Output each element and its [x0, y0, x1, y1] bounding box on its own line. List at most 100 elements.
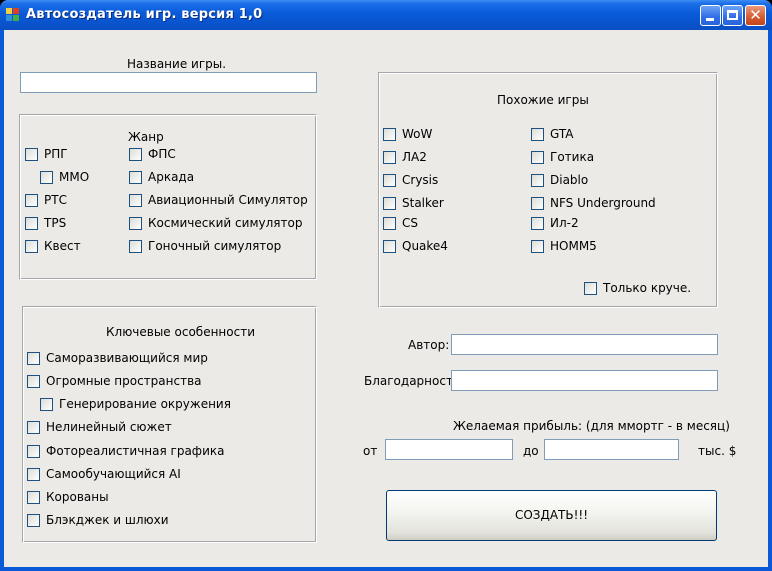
genre-checkbox-flight-sim[interactable]: Авиационный Симулятор — [129, 193, 308, 207]
checkbox-box[interactable] — [129, 193, 142, 207]
checkbox-box[interactable] — [383, 150, 396, 164]
feature-checkbox[interactable]: Фотореалистичная графика — [27, 444, 224, 458]
game-label: Diablo — [550, 173, 589, 187]
checkbox-box[interactable] — [40, 170, 53, 184]
game-name-input[interactable] — [20, 72, 317, 93]
checkbox-box[interactable] — [383, 173, 396, 187]
genre-checkbox-tps[interactable]: TPS — [25, 216, 66, 230]
checkbox-box[interactable] — [27, 420, 40, 434]
checkbox-box[interactable] — [25, 147, 38, 161]
genre-label: Космический симулятор — [148, 216, 303, 230]
checkbox-box[interactable] — [129, 216, 142, 230]
genre-checkbox-rts[interactable]: РТС — [25, 193, 67, 207]
only-better-checkbox[interactable]: Только круче. — [584, 281, 691, 295]
game-label: CS — [402, 216, 418, 230]
checkbox-box[interactable] — [531, 173, 544, 187]
checkbox-box[interactable] — [129, 170, 142, 184]
author-label: Автор: — [408, 338, 450, 352]
game-label: Crysis — [402, 173, 439, 187]
genre-checkbox-space-sim[interactable]: Космический симулятор — [129, 216, 302, 230]
close-button[interactable]: ✕ — [745, 5, 766, 26]
checkbox-box[interactable] — [27, 490, 40, 504]
game-checkbox[interactable]: GTA — [531, 127, 573, 141]
genre-label: Гоночный симулятор — [148, 239, 282, 253]
only-better-label: Только круче. — [603, 281, 692, 295]
game-label: NFS Underground — [550, 196, 656, 210]
maximize-button[interactable] — [722, 5, 743, 26]
checkbox-box[interactable] — [25, 193, 38, 207]
close-icon: ✕ — [749, 6, 762, 24]
checkbox-box[interactable] — [27, 467, 40, 481]
genre-checkbox-racing-sim[interactable]: Гоночный симулятор — [129, 239, 281, 253]
checkbox-box[interactable] — [383, 216, 396, 230]
genre-checkbox-quest[interactable]: Квест — [25, 239, 81, 253]
checkbox-box[interactable] — [27, 351, 40, 365]
checkbox-box[interactable] — [27, 513, 40, 527]
genre-checkbox-arcade[interactable]: Аркада — [129, 170, 194, 184]
similar-games-title: Похожие игры — [497, 93, 589, 107]
genre-checkbox-rpg[interactable]: РПГ — [25, 147, 68, 161]
game-checkbox[interactable]: Quake4 — [383, 239, 448, 253]
feature-checkbox[interactable]: Блэкджек и шлюхи — [27, 513, 169, 527]
game-checkbox[interactable]: CS — [383, 216, 418, 230]
game-checkbox[interactable]: HOMM5 — [531, 239, 597, 253]
checkbox-box[interactable] — [584, 281, 597, 295]
feature-checkbox[interactable]: Корованы — [27, 490, 109, 504]
checkbox-box[interactable] — [383, 239, 396, 253]
feature-checkbox[interactable]: Самообучающийся AI — [27, 467, 181, 481]
game-name-label: Название игры. — [127, 57, 227, 71]
feature-checkbox[interactable]: Саморазвивающийся мир — [27, 351, 208, 365]
checkbox-box[interactable] — [25, 216, 38, 230]
game-checkbox[interactable]: Ил-2 — [531, 216, 579, 230]
genre-label: РПГ — [44, 147, 68, 161]
genre-label: ММО — [59, 170, 90, 184]
checkbox-box[interactable] — [40, 397, 53, 411]
checkbox-box[interactable] — [383, 127, 396, 141]
feature-label: Огромные пространства — [46, 374, 202, 388]
profit-to-input[interactable] — [544, 439, 679, 460]
profit-to-label: до — [523, 444, 539, 458]
game-label: Ил-2 — [550, 216, 579, 230]
game-checkbox[interactable]: Stalker — [383, 196, 444, 210]
checkbox-box[interactable] — [27, 444, 40, 458]
minimize-icon — [706, 18, 714, 21]
checkbox-box[interactable] — [129, 147, 142, 161]
game-checkbox[interactable]: Crysis — [383, 173, 438, 187]
main-window: Автосоздатель игр. версия 1,0 ✕ Название… — [0, 0, 772, 571]
similar-games-group — [378, 72, 718, 308]
checkbox-box[interactable] — [27, 374, 40, 388]
maximize-icon — [727, 10, 738, 20]
minimize-button[interactable] — [700, 5, 721, 26]
game-checkbox[interactable]: Готика — [531, 150, 594, 164]
profit-from-input[interactable] — [385, 439, 513, 460]
game-label: Stalker — [402, 196, 444, 210]
genre-label: Квест — [44, 239, 81, 253]
genre-label: РТС — [44, 193, 67, 207]
game-label: Готика — [550, 150, 595, 164]
feature-label: Самообучающийся AI — [46, 467, 181, 481]
checkbox-box[interactable] — [383, 196, 396, 210]
checkbox-box[interactable] — [531, 150, 544, 164]
create-button[interactable]: СОЗДАТЬ!!! — [386, 490, 717, 541]
feature-checkbox[interactable]: Нелинейный сюжет — [27, 420, 172, 434]
game-checkbox[interactable]: WoW — [383, 127, 432, 141]
checkbox-box[interactable] — [531, 216, 544, 230]
checkbox-box[interactable] — [531, 196, 544, 210]
feature-label: Нелинейный сюжет — [46, 420, 172, 434]
feature-checkbox[interactable]: Огромные пространства — [27, 374, 202, 388]
thanks-input[interactable] — [451, 370, 718, 391]
profit-from-label: от — [363, 444, 378, 458]
feature-checkbox[interactable]: Генерирование окружения — [40, 397, 231, 411]
checkbox-box[interactable] — [531, 127, 544, 141]
game-checkbox[interactable]: NFS Underground — [531, 196, 656, 210]
checkbox-box[interactable] — [531, 239, 544, 253]
feature-label: Фотореалистичная графика — [46, 444, 225, 458]
checkbox-box[interactable] — [25, 239, 38, 253]
title-bar[interactable]: Автосоздатель игр. версия 1,0 ✕ — [0, 0, 772, 30]
author-input[interactable] — [451, 334, 718, 355]
game-checkbox[interactable]: Diablo — [531, 173, 588, 187]
game-checkbox[interactable]: ЛА2 — [383, 150, 427, 164]
genre-checkbox-mmo[interactable]: ММО — [40, 170, 89, 184]
checkbox-box[interactable] — [129, 239, 142, 253]
genre-checkbox-fps[interactable]: ФПС — [129, 147, 176, 161]
